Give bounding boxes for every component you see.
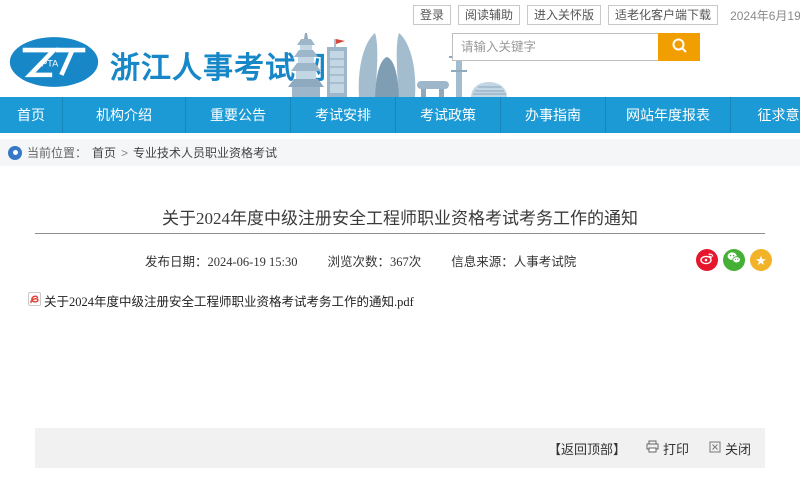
svg-text:PTA: PTA: [41, 59, 59, 69]
elderly-client-download-button[interactable]: 适老化客户端下载: [608, 5, 718, 25]
attachment-link[interactable]: 关于2024年度中级注册安全工程师职业资格考试考务工作的通知.pdf: [28, 291, 414, 310]
close-icon: [709, 441, 721, 456]
nav-item-exam-policy[interactable]: 考试政策: [395, 97, 500, 133]
close-label: 关闭: [725, 439, 751, 458]
breadcrumb-home-link[interactable]: 首页: [92, 144, 116, 161]
view-count: 浏览次数：367次: [327, 251, 421, 270]
search-button[interactable]: [658, 33, 700, 61]
info-source-label: 信息来源：: [451, 255, 514, 269]
wechat-share-button[interactable]: [723, 249, 745, 271]
back-to-top-button[interactable]: 【返回顶部】: [548, 439, 626, 458]
site-header: PTA 浙江人事考试网: [0, 30, 800, 97]
article-meta-row: 发布日期：2024-06-19 15:30 浏览次数：367次 信息来源：人事考…: [35, 246, 772, 274]
current-date-text: 2024年6月19日 星期三: [730, 7, 800, 24]
breadcrumb-current-link[interactable]: 专业技术人员职业资格考试: [133, 144, 277, 161]
close-button[interactable]: 关闭: [709, 439, 751, 458]
weibo-share-button[interactable]: [696, 249, 718, 271]
nav-item-announcements[interactable]: 重要公告: [185, 97, 290, 133]
main-nav: 首页 机构介绍 重要公告 考试安排 考试政策 办事指南 网站年度报表 征求意见: [0, 97, 800, 133]
print-label: 打印: [663, 439, 689, 458]
footer-action-bar: 【返回顶部】 打印 关闭: [35, 428, 765, 468]
info-source-value: 人事考试院: [514, 255, 577, 269]
search-icon: [671, 37, 688, 57]
reading-aid-button[interactable]: 阅读辅助: [458, 5, 520, 25]
wechat-icon: [727, 251, 741, 270]
print-button[interactable]: 打印: [646, 439, 689, 458]
view-count-label: 浏览次数：: [327, 255, 390, 269]
publish-date: 发布日期：2024-06-19 15:30: [145, 251, 297, 270]
nav-item-annual-report[interactable]: 网站年度报表: [605, 97, 730, 133]
nav-item-about[interactable]: 机构介绍: [62, 97, 185, 133]
view-count-value: 367次: [390, 255, 421, 269]
printer-icon: [646, 440, 659, 456]
publish-date-value: 2024-06-19 15:30: [208, 255, 298, 269]
attachment-filename: 关于2024年度中级注册安全工程师职业资格考试考务工作的通知.pdf: [44, 291, 414, 310]
nav-item-service-guide[interactable]: 办事指南: [500, 97, 605, 133]
share-buttons: ★: [696, 249, 772, 271]
location-pin-icon: [8, 146, 22, 160]
breadcrumb-label: 当前位置：: [27, 144, 87, 161]
site-search: [452, 33, 700, 61]
article-meta: 发布日期：2024-06-19 15:30 浏览次数：367次 信息来源：人事考…: [145, 251, 576, 270]
nav-item-feedback[interactable]: 征求意见: [730, 97, 800, 133]
breadcrumb: 当前位置： 首页 > 专业技术人员职业资格考试: [0, 139, 800, 166]
qzone-star-icon: ★: [755, 254, 767, 267]
title-divider: [35, 233, 765, 234]
weibo-icon: [700, 251, 714, 270]
login-button[interactable]: 登录: [413, 5, 451, 25]
nav-item-exam-schedule[interactable]: 考试安排: [290, 97, 395, 133]
publish-date-label: 发布日期：: [145, 255, 208, 269]
site-logo[interactable]: PTA 浙江人事考试网: [8, 34, 327, 95]
zpta-logo-icon: PTA: [8, 34, 100, 95]
article-title: 关于2024年度中级注册安全工程师职业资格考试考务工作的通知: [40, 204, 760, 229]
care-mode-button[interactable]: 进入关怀版: [527, 5, 601, 25]
breadcrumb-separator: >: [121, 146, 128, 160]
pdf-icon: [28, 292, 41, 310]
top-utility-bar: 登录 阅读辅助 进入关怀版 适老化客户端下载 2024年6月19日 星期三 访问…: [0, 0, 800, 30]
info-source: 信息来源：人事考试院: [451, 251, 576, 270]
search-input[interactable]: [452, 33, 658, 61]
nav-item-home[interactable]: 首页: [0, 97, 62, 133]
qzone-share-button[interactable]: ★: [750, 249, 772, 271]
top-utility-bar-inner: 登录 阅读辅助 进入关怀版 适老化客户端下载 2024年6月19日 星期三 访问…: [413, 0, 800, 30]
